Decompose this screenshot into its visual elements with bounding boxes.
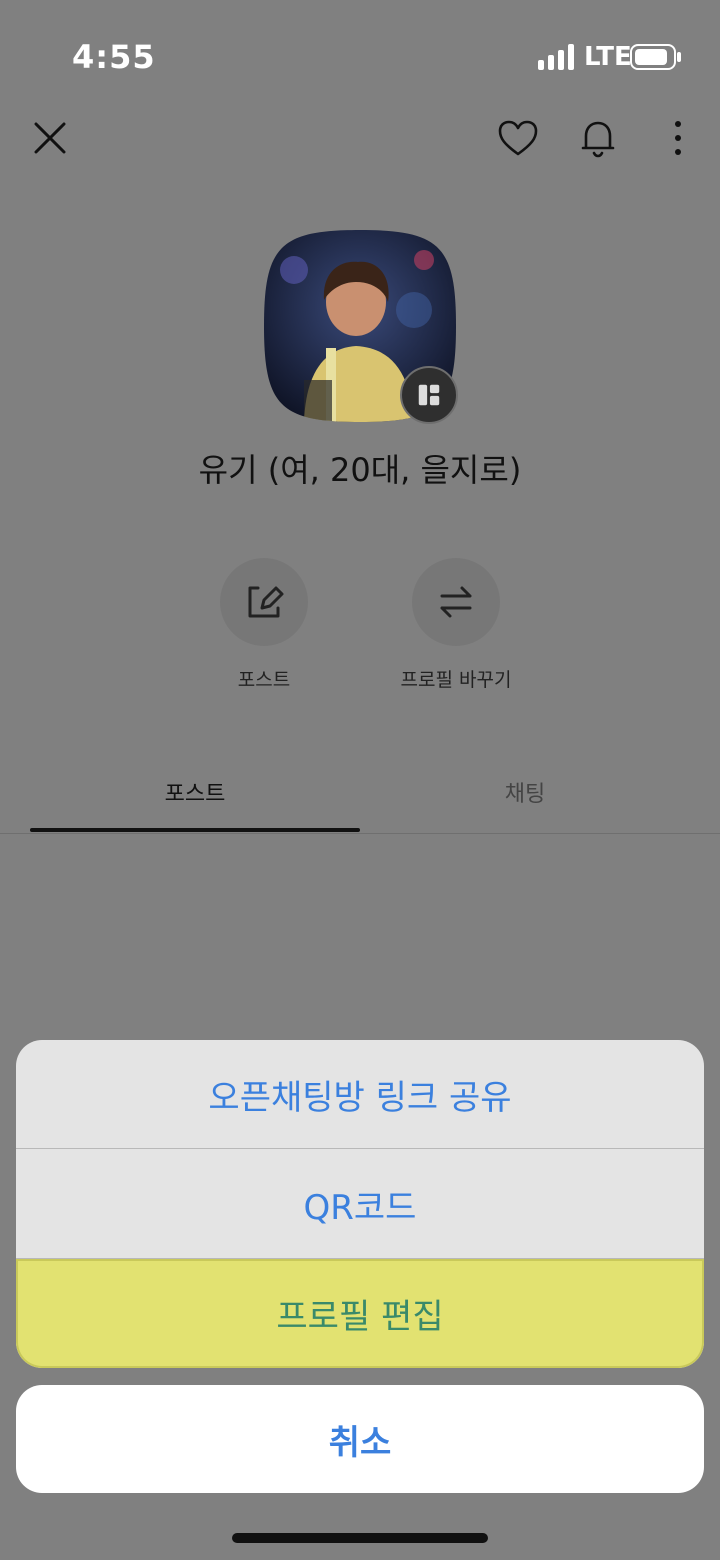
action-sheet: 오픈채팅방 링크 공유 QR코드 프로필 편집 <box>16 1040 704 1368</box>
swap-icon <box>440 586 472 618</box>
post-action-label: 포스트 <box>237 669 291 691</box>
tab-post[interactable]: 포스트 <box>30 776 360 808</box>
close-icon[interactable] <box>26 114 74 162</box>
status-time: 4:55 <box>72 38 156 76</box>
profile-name: 유기 (여, 20대, 을지로) <box>198 451 522 489</box>
heart-icon[interactable] <box>494 114 542 162</box>
network-type: LTE <box>584 42 632 72</box>
sheet-divider <box>16 1148 704 1149</box>
bell-icon[interactable] <box>574 114 622 162</box>
active-tab-indicator <box>30 828 360 832</box>
tab-chat[interactable]: 채팅 <box>360 776 690 808</box>
cancel-button[interactable]: 취소 <box>16 1385 704 1493</box>
battery-icon <box>630 44 681 70</box>
switch-profile-label: 프로필 바꾸기 <box>400 669 512 691</box>
edit-icon <box>248 586 284 618</box>
tab-divider <box>0 833 720 834</box>
share-openchat-link-button[interactable]: 오픈채팅방 링크 공유 <box>16 1040 704 1148</box>
status-bar: 4:55 LTE <box>0 0 720 100</box>
edit-profile-button[interactable]: 프로필 편집 <box>16 1259 704 1368</box>
more-vertical-icon[interactable] <box>654 114 702 162</box>
post-action-button[interactable] <box>220 558 308 646</box>
signal-icon <box>538 44 574 70</box>
qr-code-button[interactable]: QR코드 <box>16 1150 704 1258</box>
profile-switch-badge-icon[interactable] <box>400 366 458 424</box>
home-indicator[interactable] <box>232 1533 488 1543</box>
switch-profile-button[interactable] <box>412 558 500 646</box>
